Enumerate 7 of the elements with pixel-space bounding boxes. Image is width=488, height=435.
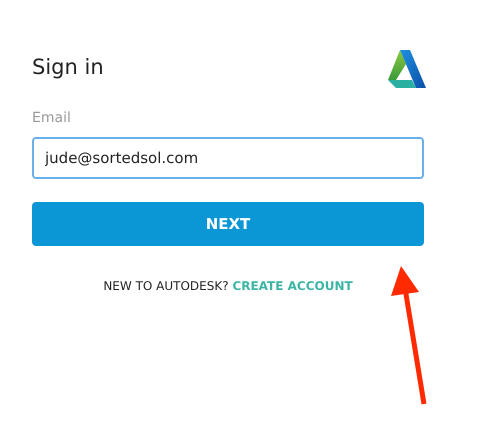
next-button[interactable]: NEXT bbox=[32, 202, 424, 246]
signup-prompt: NEW TO AUTODESK? CREATE ACCOUNT bbox=[102, 278, 354, 295]
email-label: Email bbox=[32, 109, 72, 128]
email-field[interactable]: jude@sortedsol.com bbox=[32, 137, 424, 179]
page-title: Sign in bbox=[32, 54, 104, 82]
create-account-link[interactable]: CREATE ACCOUNT bbox=[232, 279, 353, 293]
logo-icon bbox=[386, 48, 426, 88]
